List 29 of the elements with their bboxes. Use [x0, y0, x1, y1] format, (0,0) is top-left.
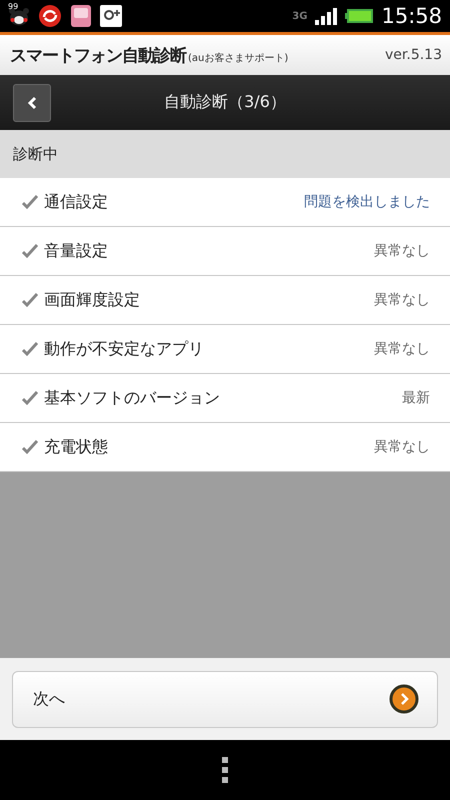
clock: 15:58 — [381, 4, 442, 28]
version-label: ver.5.13 — [385, 47, 442, 63]
diagnosis-result: 異常なし — [374, 242, 430, 260]
back-button[interactable] — [13, 84, 51, 122]
app-subtitle: (auお客さまサポート) — [188, 52, 288, 64]
diagnosis-result: 異常なし — [374, 340, 430, 358]
diagnosis-label: 音量設定 — [44, 240, 109, 262]
diagnosis-label: 動作が不安定なアプリ — [44, 338, 205, 360]
diagnosis-label: 充電状態 — [44, 436, 109, 458]
diagnosis-label: 基本ソフトのバージョン — [44, 388, 221, 408]
refresh-icon — [38, 4, 62, 28]
menu-icon[interactable] — [221, 757, 229, 783]
chevron-right-icon — [389, 684, 419, 714]
next-button[interactable]: 次へ — [12, 670, 438, 728]
diagnosis-result: 問題を検出しました — [304, 193, 430, 211]
section-header: 診断中 — [0, 130, 450, 178]
notification-count: 99 — [8, 2, 18, 11]
diagnosis-result: 異常なし — [374, 291, 430, 309]
diagnosis-label: 通信設定 — [44, 192, 109, 212]
diagnosis-label: 画面輝度設定 — [44, 290, 141, 310]
google-plus-icon — [100, 5, 122, 27]
back-icon — [26, 96, 38, 110]
screen-title: 自動診断（3/6） — [164, 92, 286, 113]
app-title: スマートフォン自動診断 — [10, 44, 186, 66]
network-type: 3G — [292, 10, 308, 22]
battery-icon — [345, 9, 374, 23]
diagnosis-result: 最新 — [402, 389, 430, 407]
signal-icon — [315, 7, 338, 25]
diagnosis-result: 異常なし — [374, 438, 430, 456]
